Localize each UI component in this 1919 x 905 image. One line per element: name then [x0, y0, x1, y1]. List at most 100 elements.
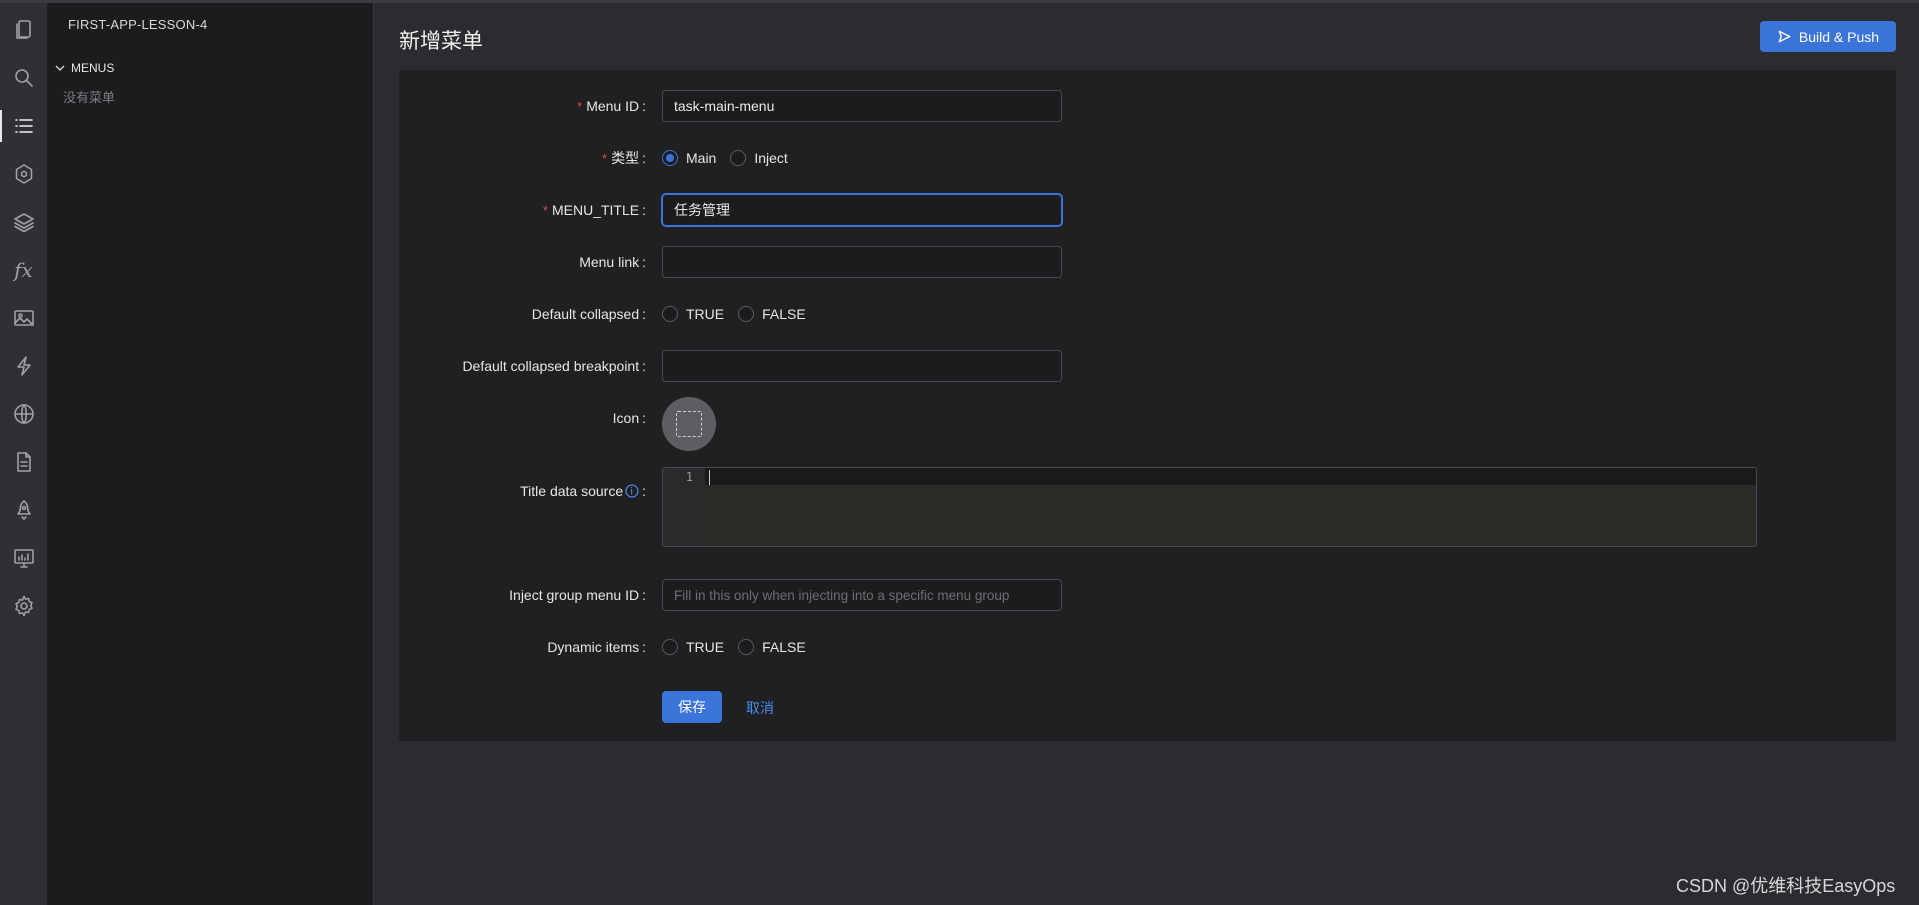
required-mark: * [542, 202, 548, 218]
menus-section-label: MENUS [71, 61, 115, 75]
fx-icon-glyph: fx [14, 258, 33, 282]
menu-link-label: Menu link [579, 254, 640, 270]
build-push-label: Build & Push [1798, 28, 1880, 45]
build-push-button[interactable]: Build & Push [1760, 21, 1896, 52]
icon-label: Icon [612, 410, 640, 426]
required-mark: * [577, 98, 583, 114]
label-colon: : [642, 483, 646, 499]
fx-icon[interactable]: fx [0, 248, 47, 292]
required-mark: * [602, 150, 608, 166]
title-data-source-editor[interactable]: 1 [662, 467, 1757, 547]
form-row-menu-id: * Menu ID : task-main-menu [399, 90, 1896, 122]
radio-label: Main [686, 150, 717, 166]
layers-icon[interactable] [0, 200, 47, 244]
gear-icon[interactable] [0, 584, 47, 628]
dynamic-items-radio-true[interactable]: TRUE [662, 639, 724, 655]
menu-id-input[interactable]: task-main-menu [662, 90, 1062, 122]
editor-gutter: 1 [663, 468, 705, 546]
image-icon[interactable] [0, 296, 47, 340]
activity-bar: fx [0, 3, 47, 905]
label-colon: : [642, 587, 646, 603]
pages-icon[interactable] [0, 8, 47, 52]
menu-list-icon[interactable] [0, 104, 47, 148]
radio-unchecked [730, 150, 747, 166]
type-label: 类型 [611, 150, 640, 166]
cancel-button[interactable]: 取消 [746, 698, 774, 718]
radio-unchecked [738, 639, 755, 655]
label-colon: : [642, 254, 646, 270]
form-row-type: * 类型 : Main Inject [399, 142, 1896, 174]
main-content: 新增菜单 Build & Push * Menu ID : task-main-… [375, 3, 1919, 905]
form-row-default-collapsed: Default collapsed : TRUE FALSE [399, 298, 1896, 330]
line-number: 1 [685, 470, 693, 484]
radio-unchecked [662, 306, 678, 322]
info-icon[interactable]: i [625, 484, 639, 498]
app-window: fx FIRST-APP-LESSON-4 MENUS 没有菜单 新增菜单 Bu… [0, 0, 1919, 905]
menu-title-input[interactable]: 任务管理 [662, 194, 1062, 226]
chevron-down-icon [55, 65, 65, 72]
document-icon[interactable] [0, 440, 47, 484]
form-row-menu-title: * MENU_TITLE : 任务管理 [399, 194, 1896, 226]
type-radio-main[interactable]: Main [662, 150, 716, 166]
inject-group-input[interactable]: Fill in this only when injecting into a … [662, 579, 1062, 611]
label-colon: : [642, 410, 646, 426]
svg-text:i: i [630, 487, 633, 498]
globe-icon[interactable] [0, 392, 47, 436]
placeholder-square-icon [676, 411, 702, 437]
lightning-icon[interactable] [0, 344, 47, 388]
dynamic-items-label: Dynamic items [547, 639, 640, 655]
radio-label: FALSE [762, 306, 806, 322]
project-name: FIRST-APP-LESSON-4 [68, 17, 208, 32]
editor-body [705, 485, 1756, 546]
menu-link-input[interactable] [662, 246, 1062, 278]
radio-unchecked [738, 306, 755, 322]
radio-label: FALSE [762, 639, 806, 655]
radio-label: TRUE [686, 639, 725, 655]
icon-picker-button[interactable] [662, 397, 716, 451]
menu-title-label: MENU_TITLE [551, 202, 640, 218]
monitor-icon[interactable] [0, 536, 47, 580]
form-row-menu-link: Menu link : [399, 246, 1896, 278]
radio-label: TRUE [686, 306, 725, 322]
collapsed-breakpoint-label: Default collapsed breakpoint [462, 358, 640, 374]
default-collapsed-radio-group: TRUE FALSE [662, 306, 806, 322]
empty-menus-text: 没有菜单 [63, 90, 116, 105]
save-button[interactable]: 保存 [662, 691, 722, 723]
page-title: 新增菜单 [399, 30, 483, 53]
form-actions: 保存 取消 [399, 691, 1896, 723]
label-colon: : [642, 202, 646, 218]
label-colon: : [642, 358, 646, 374]
form-row-inject-group: Inject group menu ID : Fill in this only… [399, 579, 1896, 611]
watermark: CSDN @优维科技EasyOps [1676, 876, 1896, 896]
menu-form: * Menu ID : task-main-menu * 类型 : Main I… [399, 70, 1896, 741]
rocket-icon[interactable] [0, 488, 47, 532]
inject-group-label: Inject group menu ID [509, 587, 640, 603]
collapsed-breakpoint-input[interactable] [662, 350, 1062, 382]
form-row-icon: Icon : [399, 397, 1896, 451]
form-row-title-data-source: Title data source i : 1 [399, 467, 1896, 547]
settings-hex-icon[interactable] [0, 152, 47, 196]
label-colon: : [642, 639, 646, 655]
explorer-sidebar: FIRST-APP-LESSON-4 MENUS 没有菜单 [47, 3, 374, 905]
send-icon [1778, 30, 1791, 43]
label-colon: : [642, 98, 646, 114]
editor-caret [709, 470, 710, 485]
form-row-collapsed-breakpoint: Default collapsed breakpoint : [399, 350, 1896, 382]
radio-unchecked [662, 639, 678, 655]
dynamic-items-radio-group: TRUE FALSE [662, 639, 806, 655]
default-collapsed-radio-true[interactable]: TRUE [662, 306, 724, 322]
label-colon: : [642, 150, 646, 166]
default-collapsed-radio-false[interactable]: FALSE [738, 306, 806, 322]
type-radio-inject[interactable]: Inject [730, 150, 788, 166]
radio-label: Inject [754, 150, 788, 166]
title-data-source-label: Title data source [520, 483, 624, 499]
editor-active-line [705, 468, 1756, 485]
dynamic-items-radio-false[interactable]: FALSE [738, 639, 806, 655]
menus-section-header[interactable]: MENUS [53, 61, 114, 75]
search-icon[interactable] [0, 56, 47, 100]
label-colon: : [642, 306, 646, 322]
form-row-dynamic-items: Dynamic items : TRUE FALSE [399, 631, 1896, 663]
type-radio-group: Main Inject [662, 150, 788, 166]
menu-id-label: Menu ID [586, 98, 640, 114]
default-collapsed-label: Default collapsed [531, 306, 640, 322]
